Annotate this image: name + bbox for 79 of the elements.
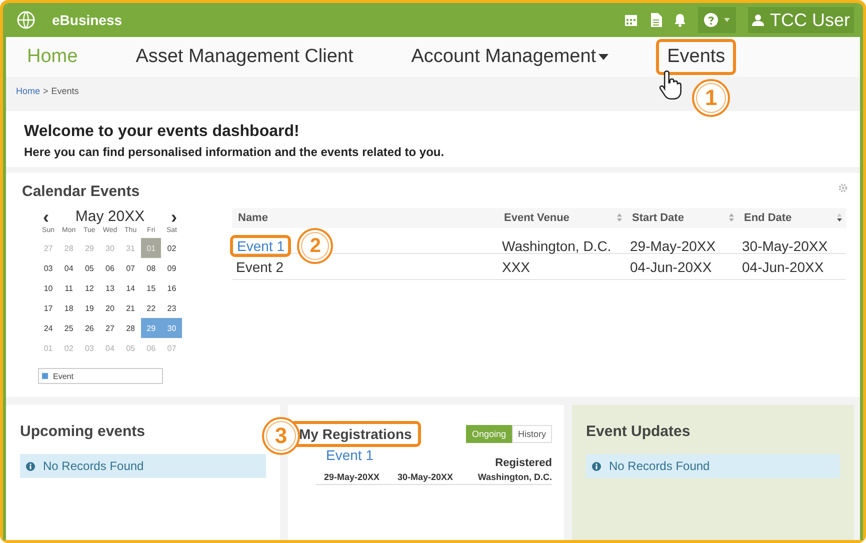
column-header[interactable]: Event Venue	[498, 212, 626, 224]
event-link[interactable]: Event 1	[230, 235, 292, 257]
nav-tab[interactable]: Account Management	[400, 39, 620, 75]
calendar-day[interactable]: 03	[38, 258, 59, 278]
bell-icon[interactable]	[674, 13, 686, 27]
table-cell-text: 29-May-20XX	[629, 238, 717, 254]
month-title: May 20XX	[75, 208, 145, 225]
calendar-day[interactable]: 07	[120, 258, 141, 278]
info-text: No Records Found	[43, 459, 144, 473]
calendar-day[interactable]: 26	[79, 318, 100, 338]
column-header[interactable]: Start Date	[626, 212, 738, 224]
nav-tab[interactable]: Asset Management Client	[124, 39, 364, 75]
next-month-button[interactable]: ›	[168, 210, 180, 224]
help-icon	[704, 13, 718, 27]
event-link[interactable]: Event 1	[326, 447, 374, 463]
calendar-day[interactable]: 18	[58, 298, 80, 318]
calendar-icon[interactable]	[624, 13, 638, 27]
calendar-day[interactable]: 25	[58, 318, 80, 338]
calendar-day[interactable]: 13	[100, 278, 120, 298]
table-cell: Event 2	[236, 258, 284, 274]
caret-icon	[724, 18, 730, 22]
calendar-day[interactable]: 16	[161, 278, 182, 298]
info-text: No Records Found	[609, 459, 710, 473]
info-icon	[26, 462, 35, 470]
calendar-day[interactable]: 05	[79, 258, 100, 278]
column-header[interactable]: End Date	[738, 212, 846, 224]
help-menu[interactable]	[698, 7, 736, 33]
brand-name: eBusiness	[52, 12, 122, 28]
start-date: 29-May-20XX	[324, 472, 380, 482]
event-venue: Washington, D.C.	[478, 472, 552, 482]
breadcrumb-separator: >	[43, 86, 48, 96]
calendar-day[interactable]: 27	[100, 318, 120, 338]
sort-icon[interactable]	[729, 213, 734, 222]
calendar-day[interactable]: 17	[38, 298, 59, 318]
column-header[interactable]: Name	[232, 212, 498, 224]
section-title: Upcoming events	[20, 423, 146, 440]
globe-icon	[16, 10, 36, 30]
table-cell-text: 04-Jun-20XX	[741, 258, 825, 274]
end-date: 30-May-20XX	[398, 472, 454, 482]
calendar-day[interactable]: 02	[161, 238, 182, 258]
calendar-day[interactable]: 04	[58, 258, 80, 278]
section-title: Event Updates	[586, 423, 692, 440]
calendar-day[interactable]: 21	[120, 298, 141, 318]
calendar-day[interactable]: 08	[140, 258, 162, 278]
previous-month-button[interactable]: ‹	[40, 210, 52, 224]
calendar-day[interactable]: 06	[100, 258, 120, 278]
calendar-day[interactable]: 28	[120, 318, 141, 338]
info-icon	[592, 462, 601, 470]
table-cell-text: Washington, D.C.	[501, 238, 612, 254]
calendar-day[interactable]: 20	[100, 298, 120, 318]
calendar-day[interactable]: 12	[79, 278, 100, 298]
calendar-day[interactable]: 10	[38, 278, 59, 298]
table-cell-text: 04-Jun-20XX	[629, 258, 713, 274]
calendar-day[interactable]: 14	[120, 278, 141, 298]
breadcrumb-link[interactable]: Home	[16, 86, 40, 96]
calendar-day[interactable]: 15	[140, 278, 162, 298]
caret-icon	[598, 54, 610, 60]
section-title: Calendar Events	[22, 183, 140, 200]
calendar-day[interactable]: 22	[140, 298, 162, 318]
breadcrumb-current: Events	[51, 86, 79, 96]
calendar-day[interactable]: 23	[161, 298, 182, 318]
sort-icon[interactable]	[617, 213, 622, 222]
table-cell-text: 30-May-20XX	[741, 238, 829, 254]
calendar-day[interactable]: 11	[58, 278, 80, 298]
user-name: TCC User	[770, 10, 850, 30]
legend-label: Event	[53, 372, 74, 380]
sort-descending-icon[interactable]	[837, 213, 842, 222]
settings-icon[interactable]	[838, 183, 848, 193]
document-icon[interactable]	[650, 13, 662, 27]
calendar-day[interactable]: 24	[38, 318, 59, 338]
welcome-title: Welcome to your events dashboard!	[24, 123, 300, 141]
filter-tab[interactable]: History	[512, 425, 552, 443]
welcome-subtitle: Here you can find personalised information and the events related to you.	[24, 145, 446, 159]
user-icon	[752, 14, 764, 26]
calendar-day[interactable]: 19	[79, 298, 100, 318]
callout-number: 2	[297, 228, 334, 264]
table-cell-text: XXX	[501, 258, 532, 274]
registration-status: Registered	[495, 457, 552, 469]
calendar-day[interactable]: 09	[161, 258, 182, 278]
